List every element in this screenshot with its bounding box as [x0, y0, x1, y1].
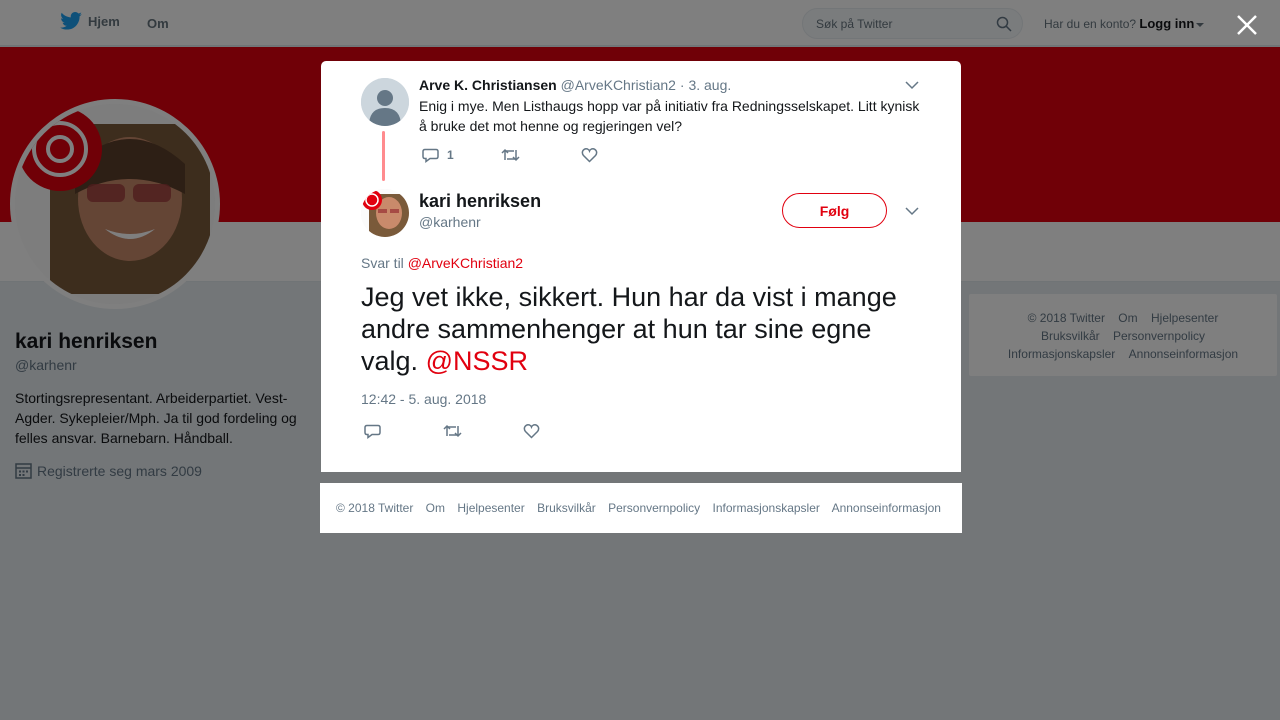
footer-link[interactable]: Bruksvilkår [537, 501, 596, 515]
like-button[interactable] [523, 423, 540, 439]
footer-link[interactable]: © 2018 Twitter [336, 501, 413, 515]
context-tweet-text: Enig i mye. Men Listhaugs hopp var på in… [419, 98, 920, 134]
footer-link[interactable]: Informasjonskapsler [713, 501, 820, 515]
like-button[interactable] [581, 147, 598, 163]
heart-icon [523, 423, 540, 439]
tweet-modal: Arve K. Christiansen @ArveKChristian2 · … [321, 61, 961, 472]
footer-link[interactable]: Om [426, 501, 445, 515]
heart-icon [581, 147, 598, 163]
context-tweet-handle[interactable]: @ArveKChristian2 [561, 77, 676, 93]
reply-count: 1 [447, 148, 454, 162]
footer-link[interactable]: Personvernpolicy [608, 501, 700, 515]
reply-to-prefix: Svar til [361, 255, 404, 271]
context-tweet-avatar[interactable] [361, 78, 409, 126]
follow-button[interactable]: Følg [782, 193, 887, 228]
reply-to-line: Svar til @ArveKChristian2 [361, 255, 523, 271]
main-tweet-avatar[interactable] [361, 189, 409, 237]
main-tweet-handle[interactable]: @karhenr [419, 214, 481, 230]
main-tweet-name[interactable]: kari henriksen [419, 191, 541, 212]
retweet-icon [443, 424, 462, 438]
close-icon[interactable] [1234, 12, 1260, 38]
retweet-button[interactable] [443, 423, 462, 439]
chevron-down-icon[interactable] [905, 80, 919, 90]
retweet-icon [501, 148, 520, 162]
context-tweet-separator: · [679, 77, 685, 93]
modal-footer: © 2018 Twitter Om Hjelpesenter Bruksvilk… [320, 483, 962, 533]
context-tweet-header: Arve K. Christiansen @ArveKChristian2 · … [419, 77, 731, 93]
reply-button[interactable]: 1 [422, 147, 454, 163]
main-tweet-timestamp[interactable]: 12:42 - 5. aug. 2018 [361, 391, 486, 407]
reply-icon [364, 424, 381, 439]
profile-photo [361, 189, 409, 237]
chevron-down-icon[interactable] [905, 206, 919, 216]
reply-button[interactable] [364, 423, 381, 439]
thread-connector-line [382, 131, 385, 181]
default-avatar-icon [361, 78, 409, 126]
footer-link[interactable]: Annonseinformasjon [832, 501, 941, 515]
reply-to-handle-link[interactable]: @ArveKChristian2 [408, 255, 523, 271]
retweet-button[interactable] [501, 147, 520, 163]
context-tweet-date[interactable]: 3. aug. [688, 77, 731, 93]
mention-link[interactable]: @NSSR [426, 346, 528, 376]
footer-link[interactable]: Hjelpesenter [457, 501, 524, 515]
context-tweet-name[interactable]: Arve K. Christiansen [419, 77, 557, 93]
reply-icon [422, 148, 439, 163]
main-tweet-text: Jeg vet ikke, sikkert. Hun har da vist i… [361, 281, 931, 377]
